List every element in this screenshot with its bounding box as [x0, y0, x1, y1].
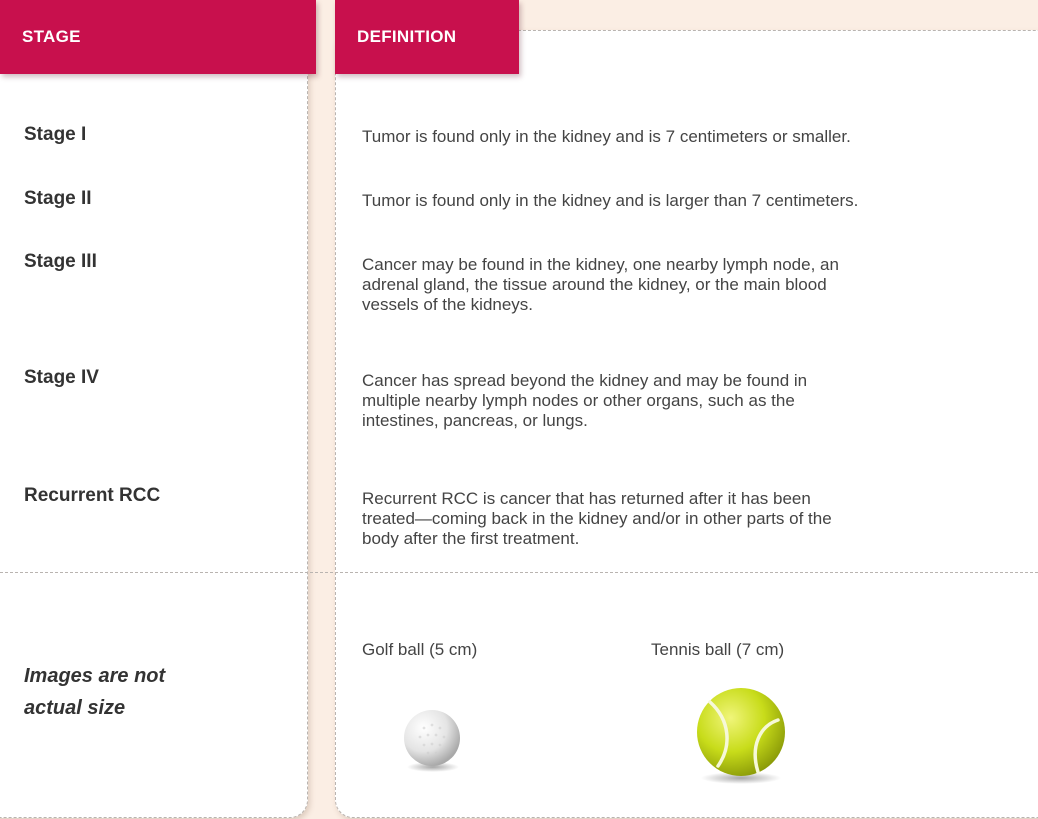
golf-ball-icon — [404, 710, 460, 772]
stage-label-4: Stage IV — [24, 367, 99, 388]
tennis-ball-caption: Tennis ball (7 cm) — [651, 640, 785, 659]
size-note: Images are not actual size — [24, 665, 166, 719]
stage-definition-2: Tumor is found only in the kidney and is… — [362, 191, 859, 210]
stage-header: STAGE — [0, 0, 316, 74]
stage-label-5: Recurrent RCC — [24, 485, 161, 506]
stage-label-2: Stage II — [24, 188, 92, 209]
golf-ball-caption: Golf ball (5 cm) — [362, 640, 478, 659]
stage-label-1: Stage I — [24, 124, 87, 145]
definition-header: DEFINITION — [335, 0, 519, 74]
stage-definition-5: Recurrent RCC is cancer that has returne… — [362, 489, 832, 548]
stage-definition-1: Tumor is found only in the kidney and is… — [362, 127, 851, 146]
section-divider — [0, 572, 1038, 573]
stage-label-3: Stage III — [24, 251, 97, 272]
stage-definition-4: Cancer has spread beyond the kidney and … — [362, 371, 808, 430]
tennis-ball-icon — [697, 688, 785, 784]
stage-definition-3: Cancer may be found in the kidney, one n… — [362, 255, 839, 314]
